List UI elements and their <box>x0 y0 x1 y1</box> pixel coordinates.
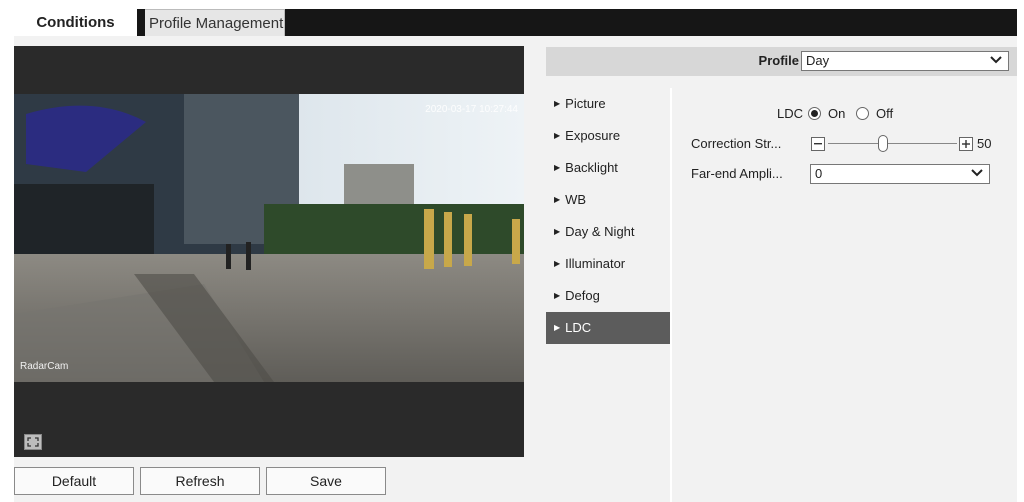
profile-header: Profile Day <box>546 47 1017 76</box>
fullscreen-icon <box>27 437 39 447</box>
increase-button[interactable] <box>959 137 973 151</box>
caret-right-icon: ▶ <box>554 227 561 236</box>
menu-item-exposure[interactable]: ▶ Exposure <box>546 120 670 152</box>
menu-item-day-night[interactable]: ▶ Day & Night <box>546 216 670 248</box>
ldc-on-radio[interactable] <box>808 107 821 120</box>
caret-right-icon: ▶ <box>554 323 561 332</box>
ldc-row: LDC On Off <box>682 103 1017 125</box>
plus-icon <box>962 140 970 148</box>
menu-item-wb[interactable]: ▶ WB <box>546 184 670 216</box>
correction-strength-value: 50 <box>977 136 992 151</box>
caret-right-icon: ▶ <box>554 195 561 204</box>
far-end-row: Far-end Ampli... 0 <box>682 163 1017 185</box>
ldc-settings-panel: LDC On Off Correction Str... 50 Far-end … <box>682 88 1017 288</box>
correction-strength-label: Correction Str... <box>691 136 782 151</box>
menu-divider <box>670 88 672 502</box>
menu-item-illuminator[interactable]: ▶ Illuminator <box>546 248 670 280</box>
profile-label: Profile <box>758 53 799 68</box>
menu-item-ldc[interactable]: ▶ LDC <box>546 312 670 344</box>
ldc-off-label: Off <box>876 106 894 121</box>
video-channel-overlay: RadarCam <box>20 361 69 372</box>
ldc-on-label: On <box>828 106 846 121</box>
menu-item-picture[interactable]: ▶ Picture <box>546 88 670 120</box>
far-end-select[interactable]: 0 <box>810 164 990 184</box>
chevron-down-icon <box>971 169 983 177</box>
live-video-panel: 2020-03-17 10:27:44 RadarCam <box>14 46 524 457</box>
minus-icon <box>814 143 822 145</box>
caret-right-icon: ▶ <box>554 291 561 300</box>
menu-item-label: Defog <box>565 288 600 303</box>
chevron-down-icon <box>990 56 1002 64</box>
profile-select-value: Day <box>806 53 830 68</box>
refresh-button[interactable]: Refresh <box>140 467 260 495</box>
video-datetime-overlay: 2020-03-17 10:27:44 <box>425 104 518 115</box>
default-button[interactable]: Default <box>14 467 134 495</box>
menu-item-label: WB <box>565 192 587 207</box>
ldc-off-radio[interactable] <box>856 107 869 120</box>
menu-item-label: LDC <box>565 320 592 335</box>
profile-select[interactable]: Day <box>801 51 1009 71</box>
caret-right-icon: ▶ <box>554 131 561 140</box>
tab-conditions[interactable]: Conditions <box>14 9 137 36</box>
menu-item-label: Picture <box>565 96 606 111</box>
slider-thumb[interactable] <box>878 135 888 152</box>
video-scene <box>14 94 524 382</box>
menu-item-label: Backlight <box>565 160 618 175</box>
caret-right-icon: ▶ <box>554 163 561 172</box>
fullscreen-button[interactable] <box>24 434 42 450</box>
far-end-label: Far-end Ampli... <box>691 166 783 181</box>
settings-menu: ▶ Picture ▶ Exposure ▶ Backlight ▶ WB ▶ Day &… <box>546 88 670 344</box>
ldc-label: LDC <box>777 106 804 121</box>
menu-item-label: Day & Night <box>565 224 635 239</box>
tab-bar: Conditions Profile Management <box>14 9 1017 36</box>
correction-strength-row: Correction Str... 50 <box>682 133 1017 155</box>
live-video-image: 2020-03-17 10:27:44 RadarCam <box>14 94 524 382</box>
tab-profile-management[interactable]: Profile Management <box>145 9 285 36</box>
caret-right-icon: ▶ <box>554 99 561 108</box>
menu-item-label: Exposure <box>565 128 621 143</box>
caret-right-icon: ▶ <box>554 259 561 268</box>
save-button[interactable]: Save <box>266 467 386 495</box>
menu-item-backlight[interactable]: ▶ Backlight <box>546 152 670 184</box>
menu-item-defog[interactable]: ▶ Defog <box>546 280 670 312</box>
decrease-button[interactable] <box>811 137 825 151</box>
content-area: 2020-03-17 10:27:44 RadarCam Default Ref… <box>14 36 1017 502</box>
far-end-select-value: 0 <box>815 166 823 181</box>
menu-item-label: Illuminator <box>565 256 626 271</box>
correction-strength-slider[interactable] <box>828 143 957 144</box>
